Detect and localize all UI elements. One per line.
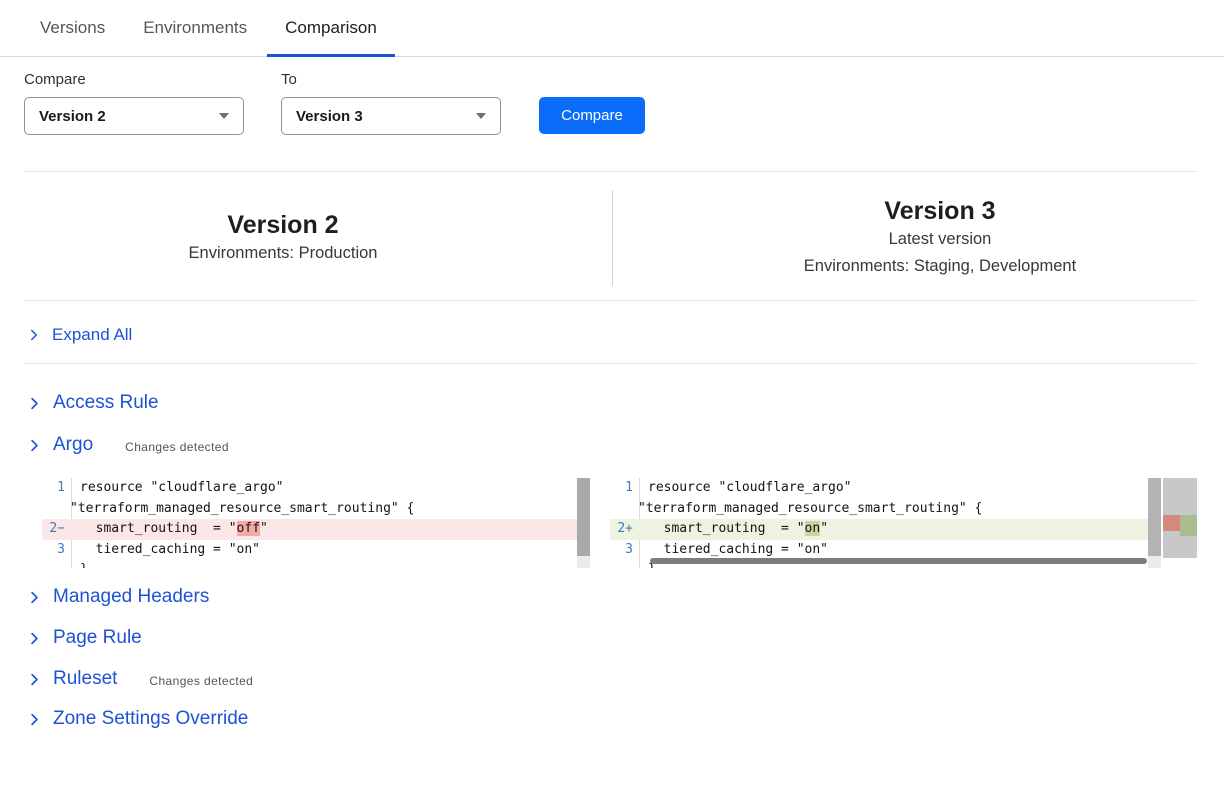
scrollbar-thumb[interactable] [1148, 478, 1161, 556]
vertical-scrollbar[interactable] [577, 478, 590, 568]
diff-line: 3 tiered_caching = "on" [42, 540, 590, 561]
column-divider [612, 190, 613, 286]
compare-version-value: Version 2 [39, 108, 219, 125]
code-text: "terraform_managed_resource_smart_routin… [70, 499, 414, 520]
section-ruleset[interactable]: Ruleset Changes detected [28, 665, 253, 693]
line-number: 3 [610, 540, 640, 561]
to-label: To [281, 71, 297, 88]
version-right-environments: Environments: Staging, Development [683, 253, 1197, 280]
compare-label: Compare [24, 71, 86, 88]
diff-panel-right[interactable]: 1 resource "cloudflare_argo" "terraform_… [610, 478, 1161, 568]
divider [24, 300, 1197, 301]
section-zone-settings-override[interactable]: Zone Settings Override [28, 705, 248, 733]
added-word-highlight: on [805, 521, 821, 536]
code-text: smart_routing = "on" [640, 519, 828, 540]
code-text: } [72, 560, 88, 568]
code-text: "terraform_managed_resource_smart_routin… [638, 499, 982, 520]
chevron-right-icon [28, 397, 41, 410]
horizontal-scrollbar[interactable] [650, 558, 1147, 564]
code-text: resource "cloudflare_argo" [640, 478, 852, 499]
chevron-right-icon [28, 329, 40, 341]
section-label: Managed Headers [53, 586, 209, 608]
section-label: Zone Settings Override [53, 708, 248, 730]
diff-minimap[interactable] [1163, 478, 1197, 558]
version-right-header: Version 3 Latest version Environments: S… [683, 190, 1197, 286]
section-page-rule[interactable]: Page Rule [28, 624, 142, 652]
compare-button[interactable]: Compare [539, 97, 645, 134]
line-number [42, 560, 72, 568]
section-label: Argo [53, 434, 93, 456]
chevron-right-icon [28, 673, 41, 686]
line-number: 1 [610, 478, 640, 499]
code-text: resource "cloudflare_argo" [72, 478, 284, 499]
tab-environments[interactable]: Environments [143, 0, 247, 56]
version-left-header: Version 2 Environments: Production [24, 190, 542, 286]
chevron-down-icon [219, 113, 229, 119]
tab-bar: Versions Environments Comparison [0, 0, 1224, 57]
diff-line-wrap: "terraform_managed_resource_smart_routin… [42, 499, 590, 520]
chevron-right-icon [28, 439, 41, 452]
line-number: 2− [42, 519, 72, 540]
version-right-title: Version 3 [683, 196, 1197, 226]
line-number: 1 [42, 478, 72, 499]
tab-versions[interactable]: Versions [40, 0, 105, 56]
divider [24, 363, 1197, 364]
to-version-select[interactable]: Version 3 [281, 97, 501, 135]
code-text: smart_routing = "off" [72, 519, 268, 540]
expand-all-label: Expand All [52, 325, 132, 345]
line-number: 2+ [610, 519, 640, 540]
section-label: Access Rule [53, 392, 159, 414]
diff-panel-left[interactable]: 1 resource "cloudflare_argo" "terraform_… [42, 478, 590, 568]
changes-detected-badge: Changes detected [149, 671, 253, 688]
section-access-rule[interactable]: Access Rule [28, 389, 159, 417]
section-managed-headers[interactable]: Managed Headers [28, 583, 209, 611]
argo-diff-viewer: 1 resource "cloudflare_argo" "terraform_… [0, 478, 1224, 568]
compare-version-select[interactable]: Version 2 [24, 97, 244, 135]
expand-all-link[interactable]: Expand All [28, 321, 132, 349]
line-number [610, 499, 640, 520]
diff-line: 1 resource "cloudflare_argo" [42, 478, 590, 499]
diff-line: 3 tiered_caching = "on" [610, 540, 1161, 561]
diff-line: } [42, 560, 590, 568]
minimap-removed-marker [1163, 515, 1180, 531]
code-text: tiered_caching = "on" [72, 540, 260, 561]
divider [24, 171, 1197, 172]
section-label: Page Rule [53, 627, 142, 649]
section-argo[interactable]: Argo Changes detected [28, 431, 229, 459]
chevron-right-icon [28, 632, 41, 645]
section-label: Ruleset [53, 668, 117, 690]
minimap-added-marker [1180, 515, 1197, 536]
to-version-value: Version 3 [296, 108, 476, 125]
tab-comparison[interactable]: Comparison [285, 0, 377, 56]
line-number: 3 [42, 540, 72, 561]
chevron-right-icon [28, 591, 41, 604]
chevron-right-icon [28, 713, 41, 726]
version-right-subtitle: Latest version [683, 226, 1197, 253]
diff-line-wrap: "terraform_managed_resource_smart_routin… [610, 499, 1161, 520]
code-text: tiered_caching = "on" [640, 540, 828, 561]
chevron-down-icon [476, 113, 486, 119]
diff-line-added: 2+ smart_routing = "on" [610, 519, 1161, 540]
removed-word-highlight: off [237, 521, 260, 536]
scrollbar-thumb[interactable] [577, 478, 590, 556]
vertical-scrollbar[interactable] [1148, 478, 1161, 568]
diff-line-removed: 2− smart_routing = "off" [42, 519, 590, 540]
line-number [610, 560, 640, 568]
version-left-title: Version 2 [24, 210, 542, 240]
version-left-environments: Environments: Production [24, 240, 542, 267]
changes-detected-badge: Changes detected [125, 437, 229, 454]
line-number [42, 499, 72, 520]
diff-line: 1 resource "cloudflare_argo" [610, 478, 1161, 499]
